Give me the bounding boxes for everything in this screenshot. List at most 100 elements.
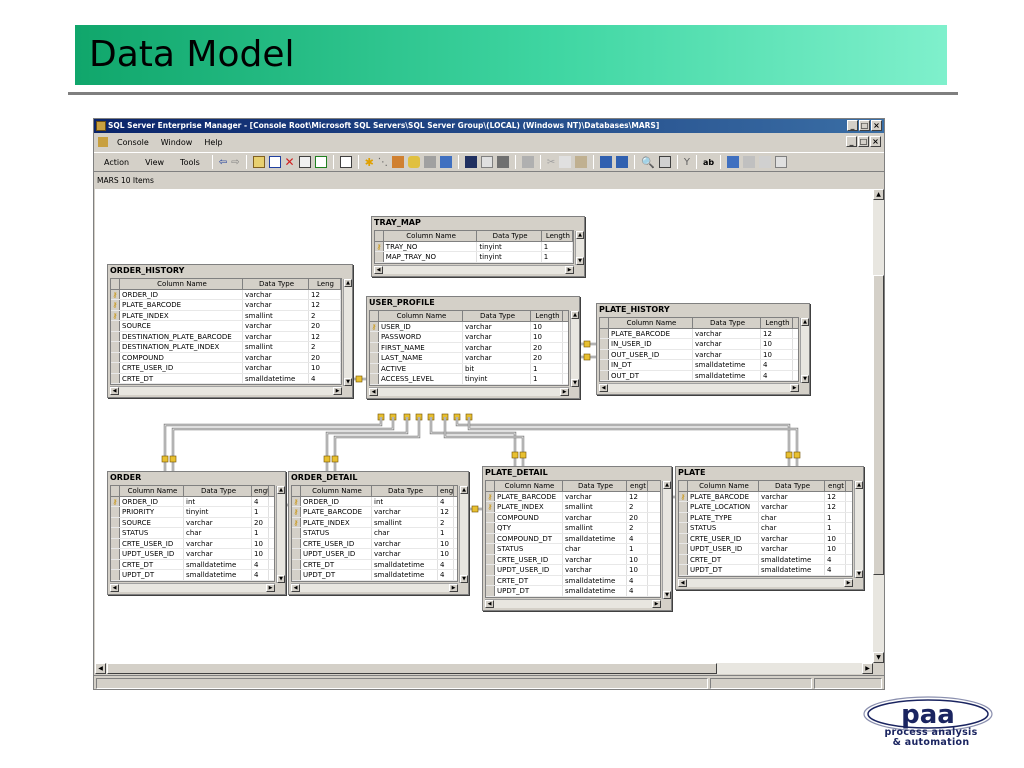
table-row[interactable]: OUT_DT smalldatetime 4 [600,370,798,381]
table-row[interactable]: UPDT_USER_ID varchar 10 [292,549,457,560]
header-data-type[interactable]: Data Type [563,481,627,491]
print-preview-icon[interactable] [480,156,493,168]
header-data-type[interactable]: Data Type [477,231,542,241]
header-length[interactable]: Leng [309,279,341,289]
diagram-canvas[interactable]: TRAY_MAP Column Name Data Type Length ⚷ TRAY_… [95,189,873,663]
table-row[interactable]: COMPOUND varchar 20 [486,512,660,523]
forward-icon[interactable]: ⇨ [231,157,239,168]
table-horizontal-scrollbar[interactable]: ◀ ▶ [374,264,574,274]
table-row[interactable]: CRTE_DT smalldatetime 4 [486,575,660,586]
vertical-scroll-thumb[interactable] [873,275,884,575]
save-icon[interactable] [464,156,477,168]
table-horizontal-scrollbar[interactable]: ◀ ▶ [485,598,661,608]
table-order-detail[interactable]: ORDER_DETAIL Column Name Data Type eng ⚷ ORDE… [288,471,469,595]
paste-icon[interactable] [575,156,588,168]
scroll-left-arrow[interactable]: ◀ [95,663,106,674]
back-icon[interactable]: ⇦ [219,157,227,168]
table-row[interactable]: CRTE_USER_ID varchar 10 [679,533,852,544]
scroll-right-arrow[interactable]: ▶ [862,663,873,674]
table-scroll-up[interactable]: ▲ [801,318,809,326]
table-vertical-scrollbar[interactable]: ▲ ▼ [459,486,468,583]
cut-icon[interactable]: ✂ [547,157,555,168]
database-icon[interactable] [407,156,420,168]
table-scroll-down[interactable]: ▼ [460,574,468,583]
table-row[interactable]: ACCESS_LEVEL tinyint 1 [370,374,568,385]
table-horizontal-scrollbar[interactable]: ◀ ▶ [291,582,458,592]
table-scroll-down[interactable]: ▼ [571,378,579,387]
delete-icon[interactable]: ✕ [285,155,295,169]
child-minimize-button[interactable]: _ [846,136,857,147]
table-scroll-right[interactable]: ▶ [449,583,458,592]
header-column-name[interactable]: Column Name [495,481,563,491]
register-icon[interactable] [391,156,404,168]
table-scroll-down[interactable]: ▼ [855,569,863,578]
label-icon[interactable]: ab [703,158,714,167]
table-row[interactable]: ⚷ ORDER_ID varchar 12 [111,289,341,300]
table-plate-detail[interactable]: PLATE_DETAIL Column Name Data Type engt ⚷ PLA… [482,466,672,611]
table-row[interactable]: CRTE_DT smalldatetime 4 [111,559,274,570]
table-row[interactable]: MAP_TRAY_NO tinyint 1 [375,252,573,263]
new-icon[interactable]: ✱ [365,156,374,169]
table-scroll-down[interactable]: ▼ [663,590,671,599]
table-row[interactable]: FIRST_NAME varchar 20 [370,342,568,353]
table-scroll-right[interactable]: ▶ [844,578,853,587]
table-row[interactable]: ⚷ PLATE_BARCODE varchar 12 [111,300,341,311]
autosize-icon[interactable] [775,156,788,168]
table-row[interactable]: ⚷ PLATE_BARCODE varchar 12 [486,491,660,502]
up-folder-icon[interactable] [252,156,265,168]
table-row[interactable]: ⚷ ORDER_ID int 4 [111,496,274,507]
table-scroll-left[interactable]: ◀ [374,265,383,274]
table-scroll-right[interactable]: ▶ [652,599,661,608]
table-row[interactable]: ⚷ PLATE_BARCODE varchar 12 [679,491,852,502]
header-length[interactable]: engt [252,486,269,496]
table-row[interactable]: UPDT_USER_ID varchar 10 [486,565,660,576]
table-scroll-right[interactable]: ▶ [333,387,342,395]
table-scroll-up[interactable]: ▲ [344,279,352,287]
header-length[interactable]: Length [542,231,573,241]
table-vertical-scrollbar[interactable]: ▲ ▼ [570,311,579,387]
new-table-icon[interactable] [600,156,613,168]
horizontal-scroll-thumb[interactable] [107,663,717,674]
table-scroll-left[interactable]: ◀ [110,583,119,592]
table-scroll-right[interactable]: ▶ [565,265,574,274]
header-data-type[interactable]: Data Type [184,486,252,496]
relationships-icon[interactable] [743,156,756,168]
menu-window[interactable]: Window [155,138,199,147]
table-horizontal-scrollbar[interactable]: ◀ ▶ [110,386,342,395]
table-horizontal-scrollbar[interactable]: ◀ ▶ [599,383,799,392]
table-scroll-down[interactable]: ▼ [576,256,584,265]
table-row[interactable]: LAST_NAME varchar 20 [370,353,568,364]
table-row[interactable]: PLATE_TYPE char 1 [679,512,852,523]
table-row[interactable]: STATUS char 1 [292,528,457,539]
table-scroll-left[interactable]: ◀ [369,387,378,396]
table-scroll-right[interactable]: ▶ [560,387,569,396]
table-order-history[interactable]: ORDER_HISTORY Column Name Data Type Leng ⚷ OR… [107,264,353,398]
filter-icon[interactable]: Y [684,157,690,168]
table-row[interactable]: ⚷ PLATE_INDEX smallint 2 [111,310,341,321]
horizontal-scrollbar[interactable]: ◀ ▶ [95,663,873,674]
table-horizontal-scrollbar[interactable]: ◀ ▶ [678,577,853,587]
header-data-type[interactable]: Data Type [243,279,309,289]
copy-icon[interactable] [559,156,572,168]
header-length[interactable]: Length [531,311,563,321]
header-column-name[interactable]: Column Name [301,486,372,496]
table-scroll-up[interactable]: ▲ [571,311,579,319]
table-vertical-scrollbar[interactable]: ▲ ▼ [343,279,352,386]
table-row[interactable]: ⚷ PLATE_INDEX smallint 2 [486,502,660,513]
table-scroll-up[interactable]: ▲ [277,486,285,494]
table-row[interactable]: IN_USER_ID varchar 10 [600,339,798,350]
table-row[interactable]: CRTE_USER_ID varchar 10 [292,538,457,549]
header-data-type[interactable]: Data Type [759,481,825,491]
table-row[interactable]: UPDT_DT smalldatetime 4 [679,565,852,576]
table-tray-map[interactable]: TRAY_MAP Column Name Data Type Length ⚷ TRAY_… [371,216,585,277]
table-plate[interactable]: PLATE Column Name Data Type engt ⚷ PLATE_BARC… [675,466,864,590]
header-data-type[interactable]: Data Type [463,311,531,321]
table-row[interactable]: PLATE_BARCODE varchar 12 [600,328,798,339]
header-data-type[interactable]: Data Type [693,318,761,328]
layout-icon[interactable] [521,156,534,168]
table-vertical-scrollbar[interactable]: ▲ ▼ [854,481,863,578]
relationship-line[interactable] [455,417,791,466]
show-icon[interactable] [658,156,671,168]
table-order[interactable]: ORDER Column Name Data Type engt ⚷ ORDER_ID in… [107,471,286,595]
table-horizontal-scrollbar[interactable]: ◀ ▶ [110,582,275,592]
